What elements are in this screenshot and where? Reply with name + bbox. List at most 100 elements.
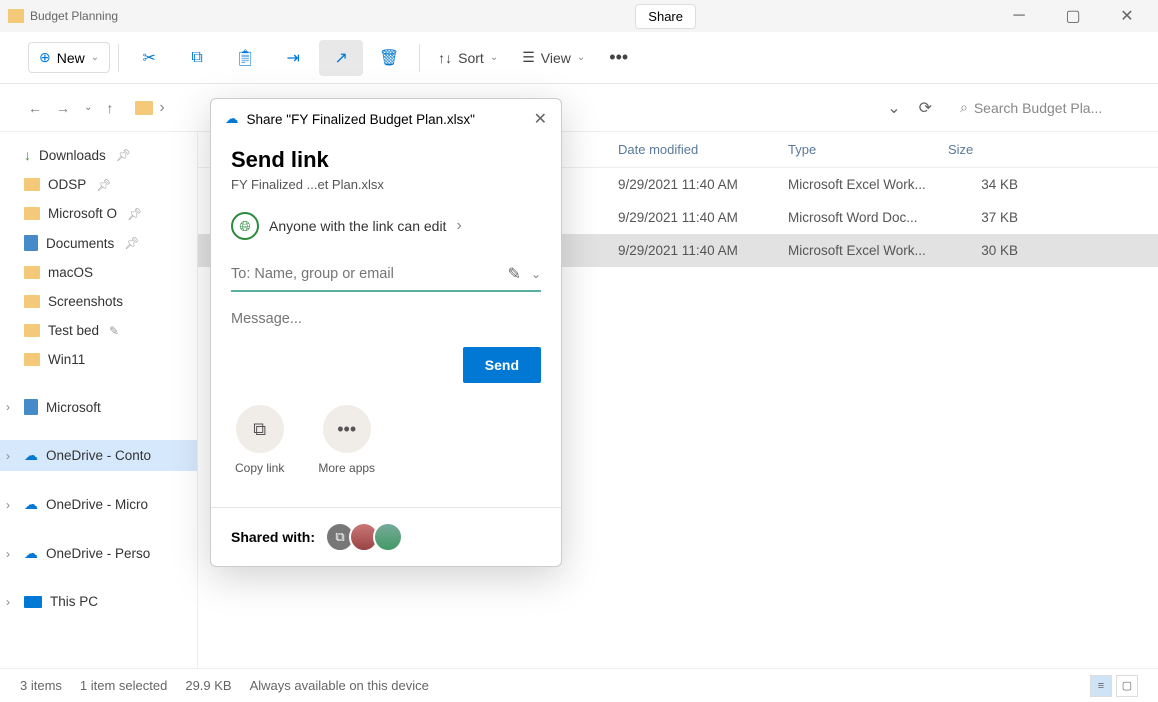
- sidebar-item[interactable]: ↓Downloads📌︎: [0, 140, 197, 170]
- send-button[interactable]: Send: [463, 347, 541, 383]
- nav-expand-icon[interactable]: ⌄: [887, 98, 900, 118]
- folder-icon: [135, 101, 153, 115]
- more-button[interactable]: •••: [599, 41, 638, 74]
- back-button[interactable]: ←: [28, 100, 42, 116]
- chevron-right-icon: ›: [6, 498, 10, 512]
- sidebar-item-label: ODSP: [48, 177, 86, 192]
- grid-view-button[interactable]: ▢: [1116, 675, 1138, 697]
- document-icon: [24, 235, 38, 251]
- folder-icon: [8, 9, 24, 23]
- sidebar-item[interactable]: Screenshots: [0, 287, 197, 316]
- pencil-icon[interactable]: ✎: [508, 264, 521, 284]
- status-size: 29.9 KB: [185, 678, 231, 693]
- col-size[interactable]: Size: [948, 142, 1048, 157]
- folder-icon: [24, 178, 40, 191]
- sort-icon: ↑↓: [438, 50, 452, 66]
- rename-icon[interactable]: ⇥: [271, 40, 315, 76]
- sidebar-item-label: Test bed: [48, 323, 99, 338]
- sidebar-item-label: Microsoft O: [48, 206, 117, 221]
- chevron-right-icon: ›: [6, 400, 10, 414]
- new-button[interactable]: ⊕ New ⌄: [28, 42, 110, 73]
- more-apps-button[interactable]: ••• More apps: [318, 405, 375, 475]
- cloud-icon: ☁: [24, 545, 38, 562]
- recipient-input[interactable]: [231, 266, 498, 282]
- pc-icon: [24, 596, 42, 608]
- file-size: 30 KB: [948, 243, 1048, 258]
- toolbar-divider: [419, 44, 420, 72]
- status-selected: 1 item selected: [80, 678, 167, 693]
- view-dropdown[interactable]: ☰ View ⌄: [512, 43, 595, 72]
- copy-icon[interactable]: ⧉: [175, 40, 219, 76]
- close-button[interactable]: ✕: [1104, 0, 1150, 32]
- sort-dropdown[interactable]: ↑↓ Sort ⌄: [428, 44, 508, 72]
- chevron-right-icon: ›: [6, 547, 10, 561]
- status-availability: Always available on this device: [250, 678, 429, 693]
- file-date: 9/29/2021 11:40 AM: [618, 177, 788, 192]
- sidebar-item-label: Microsoft: [46, 400, 101, 415]
- maximize-button[interactable]: ▢: [1050, 0, 1096, 32]
- pin-icon: 📌︎: [116, 148, 131, 162]
- forward-button[interactable]: →: [56, 100, 70, 116]
- sidebar-item[interactable]: Win11: [0, 345, 197, 374]
- search-icon: ⌕: [960, 99, 968, 116]
- search-input[interactable]: ⌕ Search Budget Pla...: [950, 93, 1130, 122]
- sidebar-group-item[interactable]: ›This PC: [0, 587, 197, 616]
- chevron-right-icon: ›: [6, 449, 10, 463]
- status-items: 3 items: [20, 678, 62, 693]
- refresh-button[interactable]: ⟳: [913, 92, 938, 124]
- plus-icon: ⊕: [39, 49, 51, 66]
- copy-link-button[interactable]: ⧉ Copy link: [235, 405, 284, 475]
- close-icon[interactable]: ✕: [534, 109, 547, 129]
- pin-icon: 📌︎: [124, 236, 139, 250]
- sidebar-group-item[interactable]: ›☁OneDrive - Conto: [0, 440, 197, 471]
- pin-icon: 📌︎: [127, 207, 142, 221]
- chevron-down-icon[interactable]: ⌄: [531, 267, 541, 281]
- shared-with-label: Shared with:: [231, 529, 315, 545]
- folder-icon: [24, 353, 40, 366]
- sidebar-item[interactable]: ODSP 📌︎: [0, 170, 197, 199]
- folder-icon: [24, 207, 40, 220]
- share-tab[interactable]: Share: [635, 4, 696, 29]
- dialog-title: Share "FY Finalized Budget Plan.xlsx": [247, 112, 475, 127]
- sidebar-group-item[interactable]: ›☁OneDrive - Micro: [0, 489, 197, 520]
- sidebar-item-label: Screenshots: [48, 294, 123, 309]
- chevron-right-icon: ›: [456, 217, 461, 235]
- pencil-icon: ✎: [109, 324, 119, 338]
- sidebar-item[interactable]: macOS: [0, 258, 197, 287]
- view-icon: ☰: [522, 49, 535, 66]
- download-icon: ↓: [24, 147, 31, 163]
- sidebar-group-item[interactable]: › ☁ OneDrive - Perso: [0, 538, 197, 569]
- globe-icon: 🌐︎: [231, 212, 259, 240]
- sidebar-item[interactable]: Test bed ✎: [0, 316, 197, 345]
- details-view-button[interactable]: ≡: [1090, 675, 1112, 697]
- sidebar-item[interactable]: Documents📌︎: [0, 228, 197, 258]
- sidebar[interactable]: ↓Downloads📌︎ODSP📌︎Microsoft O📌︎Documents…: [0, 132, 198, 702]
- share-dialog: ☁ Share "FY Finalized Budget Plan.xlsx" …: [210, 98, 562, 567]
- paste-icon[interactable]: 📋︎: [223, 40, 267, 76]
- sidebar-item-label: Win11: [48, 352, 85, 367]
- sidebar-item-label: OneDrive - Micro: [46, 497, 148, 512]
- delete-icon[interactable]: 🗑︎: [367, 40, 411, 76]
- permission-selector[interactable]: 🌐︎ Anyone with the link can edit ›: [231, 212, 541, 240]
- minimize-button[interactable]: ─: [996, 0, 1042, 32]
- dialog-heading: Send link: [231, 147, 541, 173]
- sidebar-item-label: OneDrive - Perso: [46, 546, 150, 561]
- link-icon: ⧉: [236, 405, 284, 453]
- file-date: 9/29/2021 11:40 AM: [618, 243, 788, 258]
- sidebar-group-item[interactable]: › Microsoft: [0, 392, 197, 422]
- up-button[interactable]: ↑: [106, 100, 113, 116]
- file-size: 37 KB: [948, 210, 1048, 225]
- chevron-down-icon[interactable]: ⌄: [84, 102, 92, 113]
- col-type[interactable]: Type: [788, 142, 948, 157]
- message-input[interactable]: [231, 311, 541, 327]
- sidebar-item-label: macOS: [48, 265, 93, 280]
- cut-icon[interactable]: ✂: [127, 40, 171, 76]
- pin-icon: 📌︎: [96, 178, 111, 192]
- share-icon[interactable]: ↗: [319, 40, 363, 76]
- sidebar-item[interactable]: Microsoft O 📌︎: [0, 199, 197, 228]
- chevron-down-icon: ⌄: [91, 52, 99, 63]
- col-date[interactable]: Date modified: [618, 142, 788, 157]
- file-size: 34 KB: [948, 177, 1048, 192]
- avatar[interactable]: [373, 522, 403, 552]
- folder-icon: [24, 324, 40, 337]
